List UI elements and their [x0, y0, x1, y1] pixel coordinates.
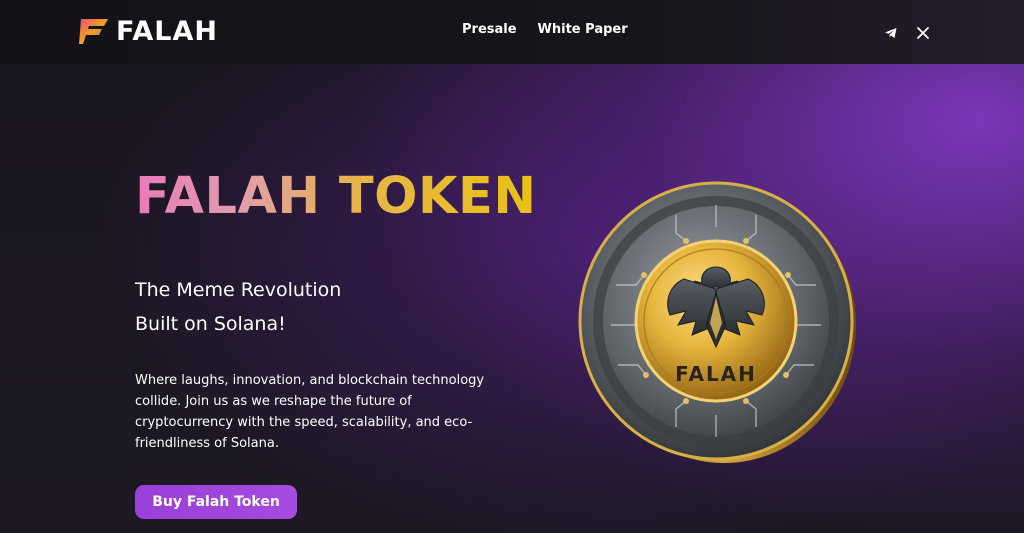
nav-link-white-paper[interactable]: White Paper — [538, 22, 628, 37]
landing-page: FALAH Presale White Paper FALAH TOKEN Th… — [0, 0, 1024, 533]
telegram-icon[interactable] — [884, 25, 898, 39]
hero-subtitle-line-1: The Meme Revolution — [135, 279, 342, 301]
buy-falah-token-button[interactable]: Buy Falah Token — [135, 485, 297, 519]
hero-subtitle-line-2: Built on Solana! — [135, 313, 286, 335]
site-header: FALAH Presale White Paper — [0, 0, 1024, 64]
falah-coin-image: FALAH — [578, 181, 856, 463]
brand-logo-link[interactable]: FALAH — [78, 14, 218, 48]
x-icon[interactable] — [916, 25, 930, 39]
hero-title: FALAH TOKEN — [135, 167, 537, 226]
brand-name: FALAH — [116, 15, 218, 47]
hero-subtitle: The Meme Revolution Built on Solana! — [135, 273, 341, 341]
nav-link-presale[interactable]: Presale — [462, 22, 517, 37]
falah-logo-icon — [79, 19, 108, 44]
coin-label: FALAH — [675, 362, 757, 386]
social-links — [884, 25, 930, 39]
main-nav: Presale White Paper — [462, 22, 628, 37]
hero-description: Where laughs, innovation, and blockchain… — [135, 373, 485, 451]
